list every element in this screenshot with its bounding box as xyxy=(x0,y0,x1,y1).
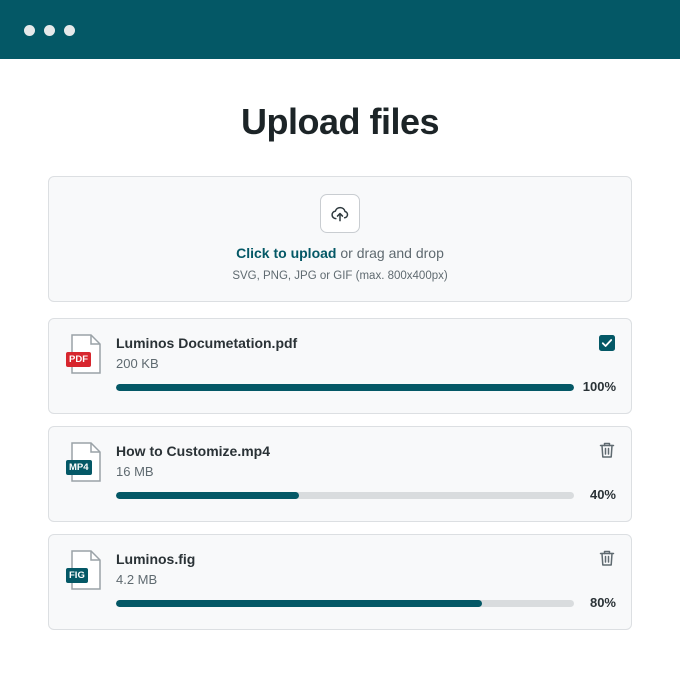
checkbox-checked-icon[interactable] xyxy=(598,334,616,352)
drag-drop-text: or drag and drop xyxy=(336,245,444,261)
file-type-badge: PDF xyxy=(66,352,91,367)
file-size: 4.2 MB xyxy=(116,572,158,587)
progress-bar xyxy=(116,384,574,391)
click-to-upload-link[interactable]: Click to upload xyxy=(236,245,336,261)
window-titlebar xyxy=(0,0,680,59)
upload-instructions: Click to upload or drag and drop xyxy=(49,245,631,261)
file-item: MP4 How to Customize.mp4 16 MB 40% xyxy=(48,426,632,522)
window-control-dot[interactable] xyxy=(64,25,75,36)
progress-fill xyxy=(116,492,300,499)
file-type-badge: MP4 xyxy=(66,460,92,475)
upload-dropzone[interactable]: Click to upload or drag and drop SVG, PN… xyxy=(48,176,632,302)
progress-percent: 80% xyxy=(589,595,616,610)
progress-fill xyxy=(116,384,574,391)
trash-icon[interactable] xyxy=(598,441,616,459)
file-item: PDF Luminos Documetation.pdf 200 KB 100% xyxy=(48,318,632,414)
file-name: How to Customize.mp4 xyxy=(116,443,271,459)
upload-button[interactable] xyxy=(320,194,360,233)
progress-percent: 100% xyxy=(582,379,616,394)
file-size: 200 KB xyxy=(116,356,159,371)
upload-cloud-icon xyxy=(331,206,349,221)
progress-percent: 40% xyxy=(589,487,616,502)
window-control-dot[interactable] xyxy=(24,25,35,36)
file-name: Luminos.fig xyxy=(116,551,196,567)
file-type-badge: FIG xyxy=(66,568,88,583)
trash-icon[interactable] xyxy=(598,549,616,567)
file-type-hint: SVG, PNG, JPG or GIF (max. 800x400px) xyxy=(232,270,448,282)
progress-fill xyxy=(116,600,483,607)
file-name: Luminos Documetation.pdf xyxy=(116,335,298,351)
window-control-dot[interactable] xyxy=(44,25,55,36)
file-item: FIG Luminos.fig 4.2 MB 80% xyxy=(48,534,632,630)
progress-bar xyxy=(116,600,574,607)
page-title: Upload files xyxy=(240,101,440,142)
file-size: 16 MB xyxy=(116,464,154,479)
progress-bar xyxy=(116,492,574,499)
